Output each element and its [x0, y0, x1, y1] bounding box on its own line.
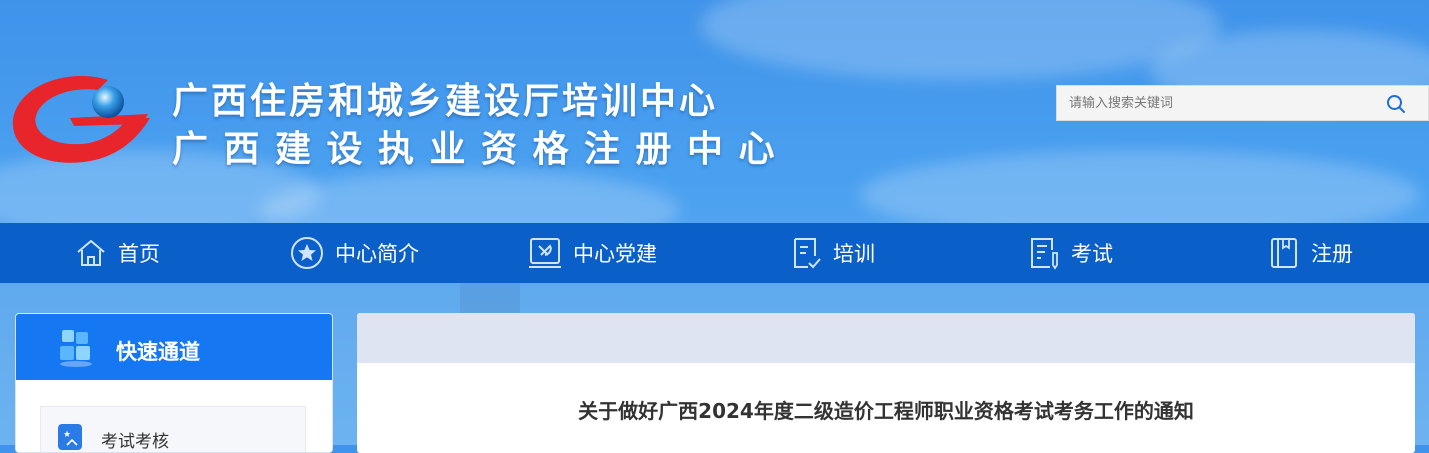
quick-access-header: 快速通道	[16, 314, 332, 380]
cloud-decoration	[860, 150, 1420, 223]
cubes-icon	[60, 330, 92, 367]
nav-label: 注册	[1311, 242, 1353, 266]
nav-label: 考试	[1071, 242, 1113, 266]
search-box	[1056, 85, 1429, 121]
article-top-bar	[357, 313, 1415, 363]
search-icon[interactable]	[1386, 94, 1406, 114]
quick-item-exam[interactable]: ★ 考试考核	[40, 406, 306, 452]
nav-item-about[interactable]: 中心简介	[290, 223, 419, 283]
document-check-icon	[794, 238, 821, 269]
site-title-line2: 广西建设执业资格注册中心	[172, 129, 791, 170]
main-nav: 首页 中心简介 中心党建 培训 考试 注册	[0, 223, 1429, 283]
cloud-decoration	[700, 0, 1220, 80]
svg-text:★: ★	[63, 430, 71, 440]
site-header: 广西住房和城乡建设厅培训中心 广西建设执业资格注册中心	[0, 0, 1429, 223]
party-emblem-icon	[529, 238, 561, 268]
org-logo[interactable]	[10, 72, 155, 167]
exam-paper-icon	[1031, 238, 1058, 270]
article-panel: 关于做好广西2024年度二级造价工程师职业资格考试考务工作的通知	[357, 313, 1415, 453]
nav-label: 首页	[118, 242, 160, 266]
nav-label: 中心简介	[335, 242, 419, 266]
star-circle-icon	[291, 237, 323, 269]
search-input[interactable]	[1057, 86, 1401, 120]
nav-item-party[interactable]: 中心党建	[528, 223, 657, 283]
nav-item-training[interactable]: 培训	[790, 223, 875, 283]
nav-item-home[interactable]: 首页	[75, 223, 160, 283]
site-title-line1: 广西住房和城乡建设厅培训中心	[172, 81, 719, 122]
quick-item-label: 考试考核	[101, 432, 169, 452]
article-title: 关于做好广西2024年度二级造价工程师职业资格考试考务工作的通知	[578, 399, 1194, 423]
register-book-icon	[1271, 238, 1297, 268]
exam-badge-icon: ★	[58, 424, 82, 450]
home-icon	[77, 240, 105, 266]
nav-item-exam[interactable]: 考试	[1028, 223, 1113, 283]
nav-label: 中心党建	[573, 242, 657, 266]
cloud-decoration	[260, 170, 680, 223]
nav-item-register[interactable]: 注册	[1268, 223, 1353, 283]
nav-label: 培训	[833, 242, 875, 266]
quick-access-title: 快速通道	[116, 340, 200, 364]
quick-access-panel: 快速通道 ★ 考试考核	[15, 313, 333, 453]
